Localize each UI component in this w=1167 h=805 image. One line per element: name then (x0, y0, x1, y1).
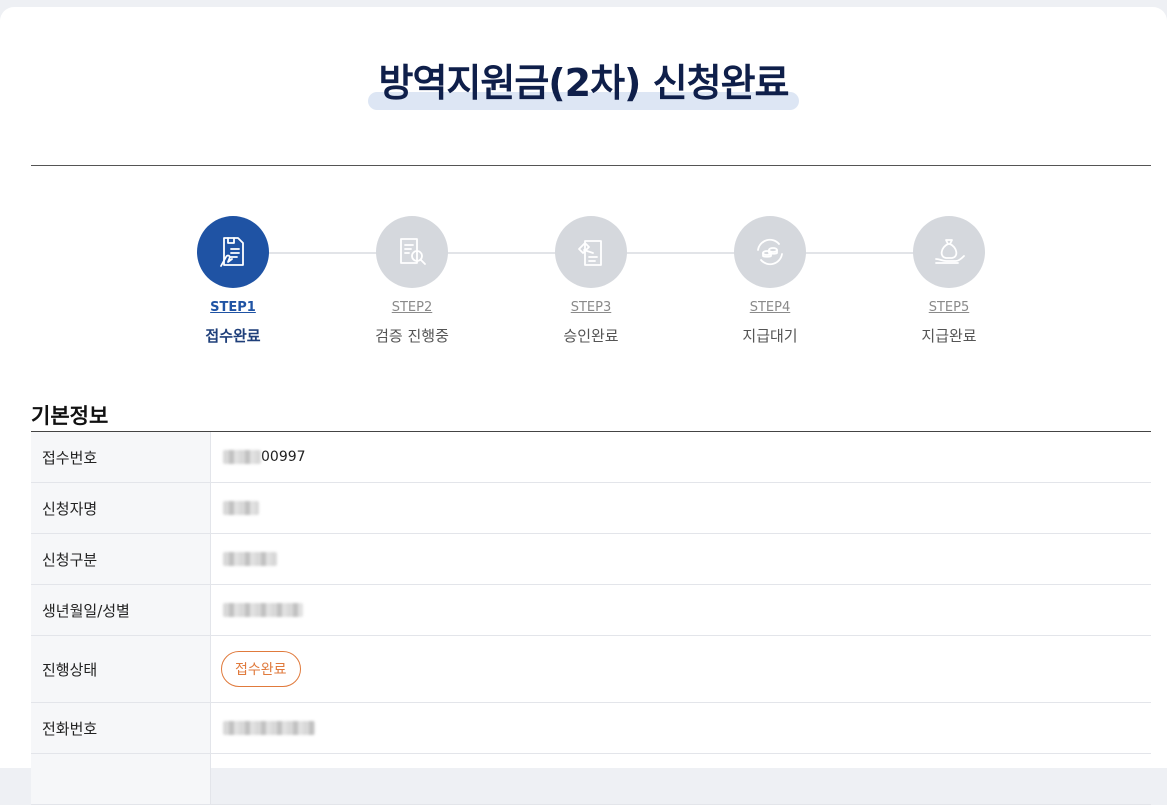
header-divider (31, 165, 1151, 166)
row-label-status: 진행상태 (31, 636, 211, 702)
step-3-number[interactable]: STEP3 (521, 300, 661, 315)
step-3: STEP3 승인완료 (521, 216, 661, 346)
document-search-icon (376, 216, 448, 288)
row-value-applicant-name (211, 483, 1151, 533)
row-value-application-type (211, 534, 1151, 584)
table-row: 진행상태 접수완료 (31, 636, 1151, 703)
row-label-applicant-name: 신청자명 (31, 483, 211, 533)
basic-info-table: 접수번호 00997 신청자명 신청구분 생년월일/성별 진행상태 접수완료 전… (31, 431, 1151, 805)
table-row: 전화번호 (31, 703, 1151, 754)
coins-cycle-icon (734, 216, 806, 288)
row-value-phone (211, 703, 1151, 753)
table-row: 생년월일/성별 (31, 585, 1151, 636)
step-4: STEP4 지급대기 (700, 216, 840, 346)
step-3-label: 승인완료 (563, 327, 619, 345)
table-row: 신청구분 (31, 534, 1151, 585)
step-2: STEP2 검증 진행중 (342, 216, 482, 346)
table-row (31, 754, 1151, 805)
document-hand-icon (197, 216, 269, 288)
row-value-birth-gender (211, 585, 1151, 635)
row-value-next (211, 754, 1151, 804)
redacted-text (223, 603, 303, 617)
step-1-number[interactable]: STEP1 (163, 300, 303, 315)
row-label-birth-gender: 생년월일/성별 (31, 585, 211, 635)
table-row: 신청자명 (31, 483, 1151, 534)
page-header: 방역지원금(2차) 신청완료 (0, 52, 1167, 110)
redacted-text (223, 450, 261, 464)
redacted-text (223, 501, 259, 515)
step-1: STEP1 접수완료 (163, 216, 303, 346)
row-value-receipt-number: 00997 (211, 432, 1151, 482)
page-title-text: 방역지원금(2차) 신청완료 (378, 61, 789, 105)
redacted-text (223, 721, 315, 735)
page-card: 방역지원금(2차) 신청완료 STEP1 접수완료 STEP2 검증 진행중 S… (0, 7, 1167, 805)
basic-info-title: 기본정보 (31, 404, 109, 428)
step-2-number[interactable]: STEP2 (342, 300, 482, 315)
step-4-label: 지급대기 (742, 327, 798, 345)
row-label-phone: 전화번호 (31, 703, 211, 753)
receipt-number-suffix: 00997 (261, 449, 306, 465)
money-bag-hand-icon (913, 216, 985, 288)
row-label-receipt-number: 접수번호 (31, 432, 211, 482)
redacted-text (223, 552, 277, 566)
row-label-next (31, 754, 211, 804)
row-label-application-type: 신청구분 (31, 534, 211, 584)
page-title: 방역지원금(2차) 신청완료 (368, 52, 799, 110)
step-5: STEP5 지급완료 (879, 216, 1019, 346)
row-value-status: 접수완료 (211, 636, 1151, 702)
step-5-label: 지급완료 (921, 327, 977, 345)
step-4-number[interactable]: STEP4 (700, 300, 840, 315)
approval-gavel-icon (555, 216, 627, 288)
progress-steps: STEP1 접수완료 STEP2 검증 진행중 STEP3 승인완료 STEP4… (0, 216, 1167, 366)
step-5-number[interactable]: STEP5 (879, 300, 1019, 315)
table-row: 접수번호 00997 (31, 432, 1151, 483)
step-1-label: 접수완료 (205, 327, 261, 345)
status-badge: 접수완료 (221, 651, 301, 687)
step-2-label: 검증 진행중 (375, 327, 449, 345)
